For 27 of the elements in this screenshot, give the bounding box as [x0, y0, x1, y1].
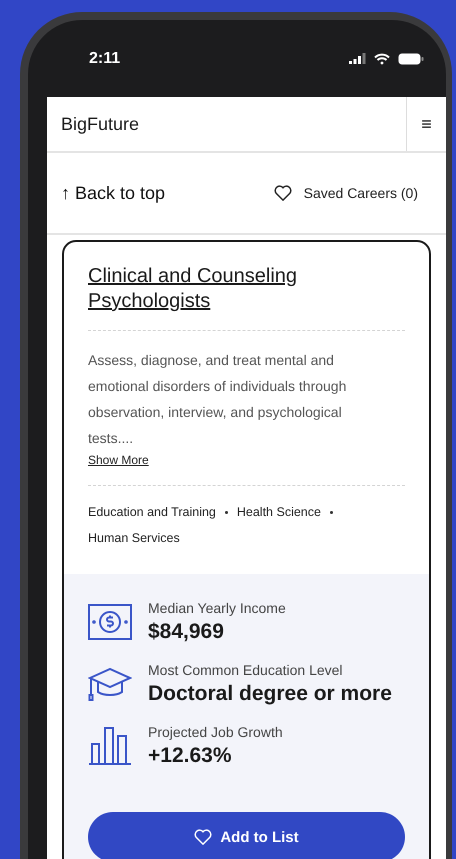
career-cluster: Health Science	[236, 504, 321, 521]
graduation-cap-icon	[88, 666, 132, 702]
stat-label: Median Yearly Income	[148, 600, 286, 616]
saved-careers-link[interactable]: Saved Careers (0)	[274, 185, 418, 201]
stat-value: $84,969	[148, 620, 225, 644]
wifi-icon	[374, 52, 390, 64]
stat-label: Most Common Education Level	[148, 662, 344, 678]
separator-dot	[224, 510, 228, 514]
separator-dot	[330, 510, 333, 514]
signal-icon	[349, 53, 366, 64]
heart-icon	[274, 185, 292, 201]
stat-value: Doctoral degree or more	[148, 682, 392, 706]
heart-icon	[194, 829, 212, 845]
bar-chart-icon	[88, 727, 132, 765]
dollar-bill-icon	[88, 604, 132, 640]
status-time: 2:11	[89, 50, 120, 68]
career-description: Assess, diagnose, and treat mental and emotional disorders of individuals through observation, interview, and psychological tests....	[88, 351, 348, 448]
site-title: BigFuture	[60, 112, 140, 136]
show-more-link[interactable]: Show More	[88, 453, 149, 467]
stat-value: +12.63%	[148, 744, 232, 768]
career-cluster: Human Services	[88, 530, 180, 547]
add-to-list-button[interactable]: Add to List	[88, 812, 405, 859]
stat-label: Projected Job Growth	[148, 724, 283, 740]
battery-icon	[398, 52, 424, 64]
career-cluster: Education and Training	[88, 504, 216, 521]
back-to-top-link[interactable]: ↑ Back to top	[61, 182, 166, 204]
career-title-link[interactable]: Clinical and Counseling Psychologists	[88, 264, 405, 314]
